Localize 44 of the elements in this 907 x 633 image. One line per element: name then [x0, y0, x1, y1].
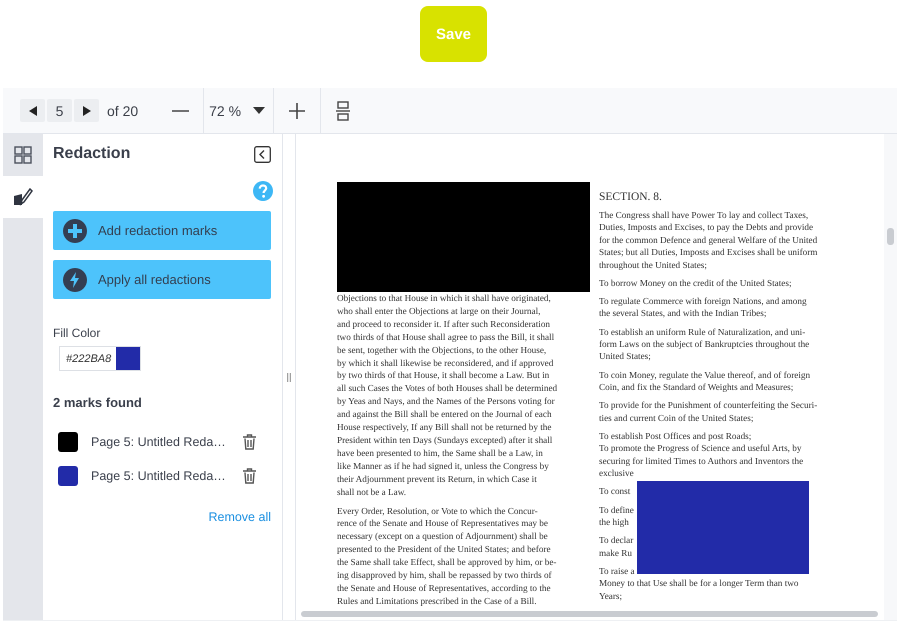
plus-circle-icon — [63, 218, 87, 242]
document-paragraph: To establish Post Offices and post Roads; To promote the Progress of Science and useful Arts, by securing for limited Times to Authors and Inventors the exclusive — [599, 430, 804, 480]
document-paragraph: To borrow Money on the credit of the United States; — [599, 276, 793, 290]
redaction-pen-icon — [13, 188, 33, 206]
plus-icon — [288, 102, 306, 120]
page-layout-icon[interactable] — [335, 100, 352, 120]
right-triangle-icon — [82, 104, 92, 116]
previous-page-button[interactable] — [20, 99, 45, 122]
document-paragraph: The Congress shall have Power To lay and collect Taxes, Duties, Imposts and Excises, to pay the Debts and provide for the common Defence and general Welfare of the United States; but all Duties, Imposts and Excises shall be uniform throughout the United States; — [599, 209, 818, 272]
horizontal-scrollbar[interactable] — [301, 611, 878, 617]
left-triangle-icon — [28, 104, 38, 116]
document-paragraph: Every Order, Resolution, or Vote to which the Concur- rence of the Senate and House of Representatives may be necessary (except on a question of Adjournment) shall be presented to the President of the United States; and before the Same shall take Effect, shall be approved by him, or be- ing disapproved by him, shall be repassed by two thirds of the Senate and House of Representatives, according to the Rules and Limitations prescribed in the Case of a Bill. — [337, 504, 558, 608]
zoom-dropdown[interactable]: 72 % — [204, 102, 274, 118]
document-paragraph: To define the high — [599, 504, 635, 528]
document-paragraph: To const — [599, 485, 632, 498]
fill-color-field[interactable]: #222BA8 — [59, 346, 141, 371]
trash-icon[interactable] — [243, 434, 256, 450]
document-paragraph: To declar make Ru — [599, 534, 634, 559]
panel-title: Redaction — [53, 145, 130, 163]
marks-count: 2 marks found — [53, 395, 143, 410]
grid-icon — [14, 146, 32, 164]
add-marks-button[interactable]: Add redaction marks — [53, 211, 271, 250]
section-heading: SECTION. 8. — [599, 191, 663, 203]
fill-color-label: Fill Color — [53, 326, 102, 340]
next-page-button[interactable] — [74, 99, 99, 122]
document-paragraph: To raise a Money to that Use shall be for a longer Term than two Years; — [599, 564, 800, 602]
page-number-field[interactable]: 5 — [47, 99, 72, 122]
lightning-icon — [63, 268, 87, 292]
zoom-in-button[interactable] — [288, 102, 306, 120]
apply-redactions-button[interactable]: Apply all redactions — [53, 260, 271, 299]
mark-label[interactable]: Page 5: Untitled Reda… — [91, 435, 229, 449]
minus-icon — [172, 110, 190, 112]
document-paragraph: Objections to that House in which it shall have originated, who shall enter the Objections at large on their Journal, and proceed to reconsider it. If after such Reconsideration two thirds of that House shall agree to pass the Bill, it shall be sent, together with the Objections, to the other House, by which it shall likewise be reconsidered, and if approved by two thirds of that House, it shall become a Law. But in all such Cases the Votes of both Houses shall be determined by Yeas and Nays, and the Names of the Persons voting for and against the Bill shall be entered on the Journal of each House respectively, If any Bill shall not be returned by the President within ten Days (Sundays excepted) after it shall have been presented to him, the Same shall be a Law, in like Manner as if he had signed it, unless the Congress by their Adjournment prevent its Return, in which Case it shall not be a Law. — [337, 292, 558, 498]
document-paragraph: To provide for the Punishment of counterfeiting the Securi- ties and current Coin of the United States; — [599, 399, 818, 424]
caret-down-icon — [253, 107, 266, 114]
page-count: of 20 — [107, 102, 138, 118]
document-paragraph: To coin Money, regulate the Value thereof, and of foreign Coin, and fix the Standard of Weights and Measures; — [599, 368, 812, 394]
trash-icon[interactable] — [243, 468, 256, 484]
collapse-icon[interactable] — [254, 146, 271, 162]
document-paragraph: To establish an uniform Rule of Naturalization, and uni- form Laws on the subject of Bankruptcies throughout the United States; — [599, 326, 810, 363]
mark-label[interactable]: Page 5: Untitled Reda… — [91, 469, 229, 483]
resize-handle-icon[interactable] — [287, 372, 291, 382]
scrollbar-thumb[interactable] — [887, 228, 894, 245]
document-paragraph: To regulate Commerce with foreign Nations, and among the several States, and with the Indian Tribes; — [599, 295, 808, 320]
